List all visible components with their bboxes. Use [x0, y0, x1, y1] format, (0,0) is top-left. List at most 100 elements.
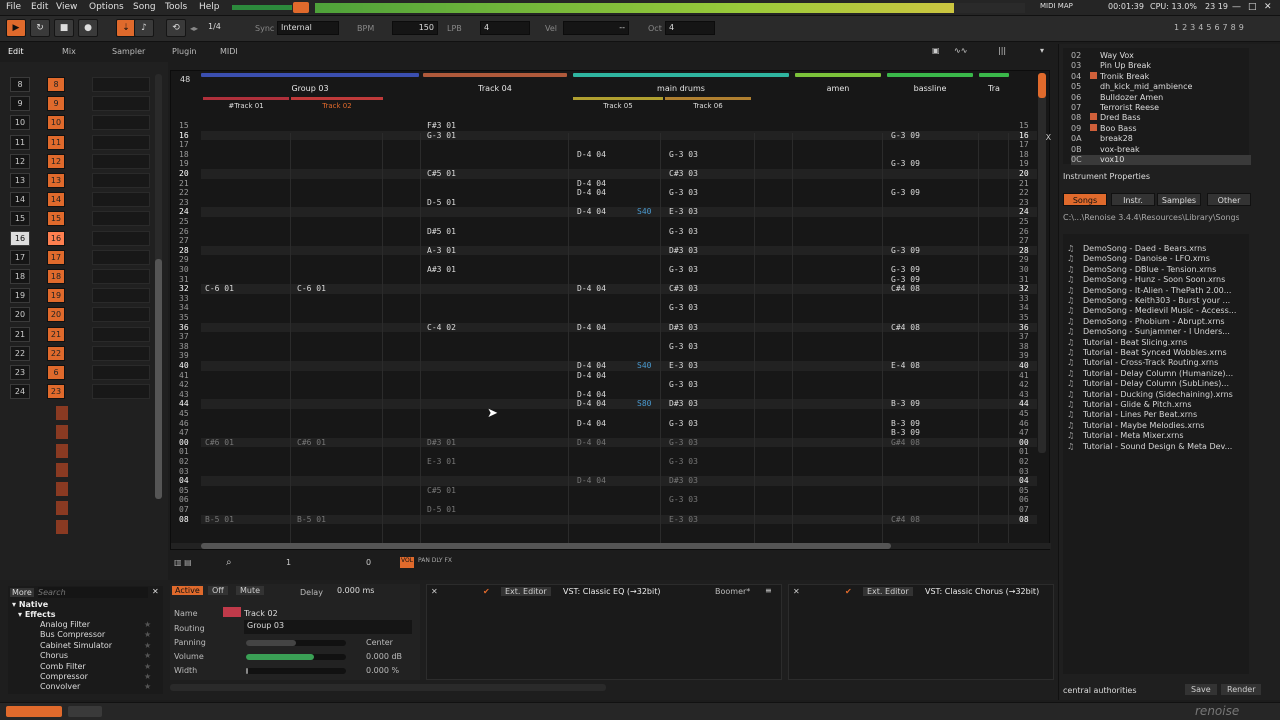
note-cell[interactable]: E-3 03 [665, 515, 735, 525]
sequencer-scrollbar[interactable] [155, 74, 162, 499]
vol-column-icon[interactable]: VOL [400, 557, 414, 568]
group-header[interactable]: Tra [979, 73, 1009, 95]
pan-column-icon[interactable]: PAN DLY FX [418, 557, 452, 564]
metronome-icon[interactable]: ♪ [134, 19, 154, 37]
file-item[interactable]: Tutorial - Delay Column (SubLines)... [1083, 379, 1273, 389]
note-cell[interactable]: D-4 04 [573, 150, 643, 160]
zoom-icon[interactable]: ⌕ [226, 557, 232, 568]
note-cell[interactable]: D-4 04 [573, 323, 643, 333]
play-icon[interactable]: ▶ [6, 19, 26, 37]
instrument-row[interactable]: 0C vox10 [1071, 155, 1251, 166]
sequence-slot-box[interactable] [92, 288, 150, 304]
pattern-length[interactable]: 48 [180, 75, 190, 84]
sequence-pattern-slot[interactable]: 10 [47, 115, 65, 131]
instrument-row[interactable]: 0B vox-break [1071, 145, 1251, 155]
tab-edit[interactable]: Edit [8, 47, 24, 56]
instrument-row[interactable]: 03 Pin Up Break [1071, 61, 1251, 71]
panel-icon[interactable]: ▣ [932, 46, 940, 55]
sequence-row[interactable]: 19 19 [10, 288, 160, 304]
sequence-pattern-slot[interactable]: 9 [47, 96, 65, 112]
sequence-pattern-slot[interactable]: 19 [47, 288, 65, 304]
note-cell[interactable]: G-3 09 [887, 131, 957, 141]
favorite-star-icon[interactable]: ★ [144, 651, 151, 660]
device-close-icon[interactable]: ✕ [431, 587, 438, 596]
track-column[interactable] [291, 133, 383, 545]
sequence-pattern-slot[interactable]: 23 [47, 384, 65, 400]
ext-editor-button[interactable]: Ext. Editor [863, 587, 913, 596]
file-item[interactable]: DemoSong - Phobium - Abrupt.xrns [1083, 317, 1273, 327]
sequence-number[interactable]: 18 [10, 269, 30, 284]
file-item[interactable]: Tutorial - Beat Slicing.xrns [1083, 338, 1273, 348]
note-cell[interactable]: G-3 09 [887, 275, 957, 285]
effect-item[interactable]: Cabinet Simulator [40, 641, 112, 650]
file-item[interactable]: DemoSong - Hunz - Soon Soon.xrns [1083, 275, 1273, 285]
sequence-row[interactable]: 88 [10, 77, 160, 93]
effect-item[interactable]: Chorus [40, 651, 68, 660]
sequence-row[interactable]: 20 20 [10, 307, 160, 323]
device-enable-icon[interactable]: ✔ [845, 587, 852, 596]
browser-tab[interactable]: Other [1207, 193, 1251, 206]
tab-plugin[interactable]: Plugin [172, 47, 197, 56]
sequence-pattern-slot[interactable]: 13 [47, 173, 65, 188]
note-cell[interactable]: G-3 03 [665, 495, 735, 505]
sequence-slot-box[interactable] [92, 115, 150, 131]
sequence-number[interactable]: 20 [10, 307, 30, 323]
sequence-row[interactable]: 24 23 [10, 384, 160, 400]
active-button[interactable]: Active [172, 586, 203, 595]
menu-icon[interactable]: ≡ [765, 586, 772, 595]
browser-tab[interactable]: Samples [1157, 193, 1201, 206]
sequence-row[interactable]: 12 12 [10, 153, 160, 170]
record-icon[interactable] [293, 2, 309, 13]
pattern-hscrollbar[interactable] [171, 543, 1051, 549]
note-cell[interactable]: C#3 03 [665, 284, 735, 294]
sequence-slot-box[interactable] [92, 96, 150, 112]
menu-view[interactable]: View [56, 2, 77, 12]
note-cell[interactable]: B-3 09 [887, 428, 957, 438]
file-item[interactable]: Tutorial - Beat Synced Wobbles.xrns [1083, 348, 1273, 358]
sequence-pattern-slot[interactable]: 8 [47, 77, 65, 92]
track-column[interactable] [383, 133, 421, 545]
sequence-number[interactable]: 13 [10, 173, 30, 188]
favorite-star-icon[interactable]: ★ [144, 672, 151, 681]
group-header[interactable]: Group 03 [201, 73, 419, 95]
sequence-number[interactable]: 19 [10, 288, 30, 304]
sequence-row[interactable]: 17 17 [10, 249, 160, 266]
delay-value[interactable]: 0.000 ms [334, 585, 390, 599]
favorite-star-icon[interactable]: ★ [144, 630, 151, 639]
loop-icon[interactable]: ↻ [30, 19, 50, 37]
device-enable-icon[interactable]: ✔ [483, 587, 490, 596]
menu-tools[interactable]: Tools [165, 2, 187, 12]
sequence-row[interactable]: 14 14 [10, 192, 160, 208]
pattern-matrix-icon[interactable]: ▥ ▤ [174, 558, 192, 567]
save-button[interactable]: Save [1185, 684, 1217, 695]
note-cell[interactable]: G-3 03 [665, 150, 735, 160]
note-cell[interactable]: G-3 01 [423, 131, 493, 141]
instrument-row[interactable]: 08 Dred Bass [1071, 113, 1251, 123]
file-item[interactable]: DemoSong - Keith303 - Burst your ... [1083, 296, 1273, 306]
sequence-row[interactable]: 18 18 [10, 269, 160, 285]
note-cell[interactable]: D-4 04 [573, 419, 643, 429]
save-name-input[interactable]: central authorities [1063, 686, 1137, 695]
close-icon[interactable]: ✕ [152, 587, 159, 596]
sequence-row[interactable]: 99 [10, 96, 160, 112]
sequence-slot-box[interactable] [92, 173, 150, 188]
note-cell[interactable]: D-4 04 [573, 371, 643, 381]
sequence-row[interactable]: 23 6 [10, 365, 160, 381]
routing-select[interactable]: Group 03 [244, 620, 412, 634]
track-column[interactable] [979, 133, 1009, 545]
oct-value[interactable]: 4 [665, 21, 715, 35]
midi-map-button[interactable]: MIDI MAP [1040, 2, 1073, 10]
file-item[interactable]: DemoSong - Medievil Music - Access... [1083, 306, 1273, 316]
note-cell[interactable]: G-3 03 [665, 265, 735, 275]
effect-item[interactable]: Convolver [40, 682, 80, 691]
bpm-value[interactable]: 150 [392, 21, 438, 35]
instrument-row[interactable]: 0A break28 [1071, 134, 1251, 144]
note-cell[interactable]: D#3 03 [665, 476, 735, 486]
effect-item[interactable]: Analog Filter [40, 620, 90, 629]
sequence-slot-box[interactable] [92, 365, 150, 380]
sequence-pattern-slot[interactable]: 14 [47, 192, 65, 208]
sync-select[interactable]: Internal [277, 21, 339, 35]
group-header[interactable]: main drums [573, 73, 789, 95]
note-cell[interactable]: D-4 04 [573, 179, 643, 189]
automation-toggle-icon[interactable] [68, 706, 102, 717]
